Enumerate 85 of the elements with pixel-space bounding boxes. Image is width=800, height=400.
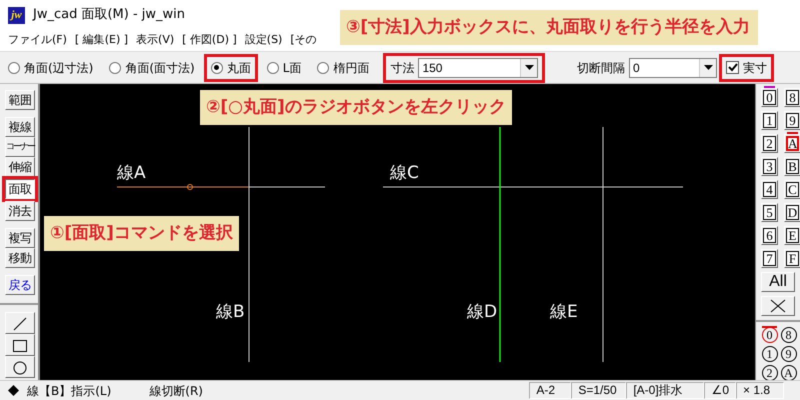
command-button[interactable]: コーナー	[5, 137, 35, 157]
rectangle-tool-button[interactable]	[5, 334, 35, 356]
layer-group-button[interactable]: 8	[780, 326, 797, 344]
line-label: 線A	[117, 162, 146, 185]
app-icon: jw	[8, 6, 25, 24]
callout-note: ③[寸法]入力ボックスに、丸面取りを行う半径を入力	[340, 10, 758, 45]
menu-item[interactable]: [ 作図(D) ]	[182, 32, 237, 49]
diamond-icon	[8, 385, 19, 396]
layer-group-button[interactable]: 1	[761, 345, 778, 363]
callout-note: ②[○丸面]のラジオボタンを左クリック	[200, 90, 512, 125]
radio-button[interactable]	[109, 62, 122, 74]
highlighted-line[interactable]	[499, 127, 501, 362]
radio-button[interactable]	[210, 62, 223, 74]
caret-icon	[704, 65, 712, 70]
layer-button[interactable]: 3	[761, 157, 778, 176]
field-label: 切断間隔	[577, 60, 625, 76]
dropdown-field[interactable]: 150	[418, 58, 538, 78]
radio-label[interactable]: 楕円面	[333, 58, 370, 76]
layer-group-button[interactable]: A	[780, 364, 797, 380]
dropdown-field[interactable]: 0	[629, 58, 717, 78]
layer-button[interactable]: 8	[784, 88, 800, 107]
layer-button[interactable]: 5	[761, 203, 778, 222]
layer-group-button[interactable]: 2	[761, 364, 778, 380]
layer-group-button[interactable]: 0	[761, 326, 778, 344]
dropdown-button[interactable]	[520, 58, 538, 76]
command-button[interactable]: 移動	[5, 248, 35, 268]
line-tool-button[interactable]	[5, 312, 35, 334]
layer-button[interactable]: 7	[761, 249, 778, 268]
command-button[interactable]: 範囲	[5, 90, 35, 110]
radio-label[interactable]: L面	[282, 58, 302, 76]
line-label: 線D	[467, 301, 498, 324]
layer-button[interactable]: C	[784, 180, 800, 199]
rect-icon	[12, 338, 28, 353]
layer-button[interactable]: 9	[784, 111, 800, 130]
layer-button[interactable]: 4	[761, 180, 778, 199]
command-button[interactable]: 伸縮	[5, 157, 35, 177]
command-button[interactable]: 複線	[5, 117, 35, 137]
checkbox[interactable]	[726, 61, 739, 74]
layer-button[interactable]: E	[784, 226, 800, 245]
status-cell: S=1/50	[571, 382, 626, 399]
window-title: Jw_cad 面取(M) - jw_win	[33, 6, 186, 24]
field-label: 寸法	[390, 60, 414, 76]
line-label: 線B	[216, 301, 245, 324]
circle-icon	[13, 360, 27, 375]
command-button[interactable]: 消去	[5, 201, 35, 221]
menu-item[interactable]: 表示(V)	[136, 32, 174, 49]
layer-button[interactable]: 6	[761, 226, 778, 245]
menu-item[interactable]: [その	[290, 32, 317, 49]
line-icon	[13, 316, 27, 331]
layer-button[interactable]: B	[784, 157, 800, 176]
radio-label[interactable]: 角面(面寸法)	[125, 58, 195, 76]
cross-icon	[770, 298, 786, 313]
callout-note: ①[面取]コマンドを選択	[44, 216, 239, 251]
command-button[interactable]: 面取	[5, 179, 35, 199]
undo-button[interactable]: 戻る	[5, 275, 35, 295]
all-layers-button[interactable]: All	[761, 272, 795, 292]
layer-group-button[interactable]: 9	[780, 345, 797, 363]
status-cell: [A-0]排水	[626, 382, 704, 399]
menu-item[interactable]: ファイル(F)	[8, 32, 67, 49]
radio-button[interactable]	[266, 62, 279, 74]
radio-label[interactable]: 丸面	[226, 58, 251, 76]
radio-label[interactable]: 角面(辺寸法)	[24, 58, 94, 76]
command-button[interactable]: 複写	[5, 228, 35, 248]
status-text: 線【B】指示(L)	[27, 382, 112, 400]
layer-button[interactable]: D	[784, 203, 800, 222]
line-label: 線E	[550, 301, 578, 324]
status-cell: × 1.8	[736, 382, 784, 399]
status-text: 線切断(R)	[149, 382, 203, 400]
status-cell: A-2	[529, 382, 572, 399]
circle-tool-button[interactable]	[5, 356, 35, 378]
status-cell: ∠0	[704, 382, 736, 399]
radio-button[interactable]	[317, 62, 330, 74]
clear-button[interactable]	[761, 296, 795, 316]
layer-button[interactable]: 2	[761, 134, 778, 153]
layer-button[interactable]: 0	[761, 88, 778, 107]
dropdown-button[interactable]	[699, 58, 716, 76]
layer-button[interactable]: 1	[761, 111, 778, 130]
selected-line[interactable]	[116, 184, 250, 190]
checkbox-label[interactable]: 実寸	[743, 58, 767, 76]
caret-icon	[524, 65, 534, 70]
menu-item[interactable]: 設定(S)	[244, 32, 282, 49]
line-label: 線C	[390, 162, 419, 185]
layer-button[interactable]: F	[784, 249, 800, 268]
radio-button[interactable]	[8, 62, 20, 74]
menu-item[interactable]: [ 編集(E) ]	[74, 32, 128, 49]
